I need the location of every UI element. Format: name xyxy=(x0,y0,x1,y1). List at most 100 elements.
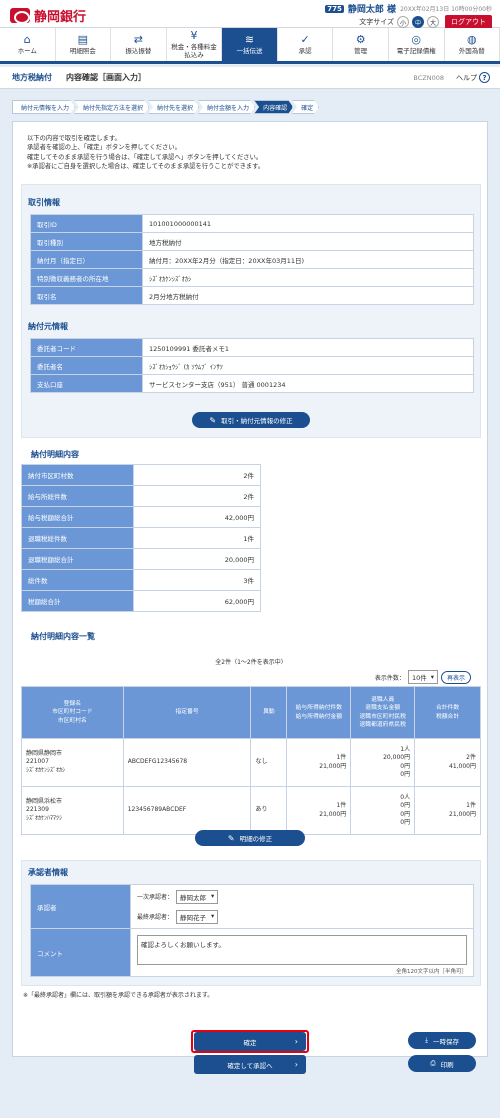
print-button[interactable]: ⎙ 印刷 xyxy=(408,1055,476,1072)
nav-label: 電子記録債権 xyxy=(396,46,436,55)
redisplay-button[interactable]: 再表示 xyxy=(440,670,471,684)
final-approver-select[interactable]: 静岡花子 ▾ xyxy=(176,909,219,924)
field-label: 給与税額総合計 xyxy=(21,506,134,528)
globe-icon: ◍ xyxy=(466,32,477,46)
final-approver-label: 最終承認者： xyxy=(137,914,174,921)
municipality-cell: 静岡県静岡市 221007 ｼｽﾞｵｶｹﾝｼｽﾞｵｶｼ xyxy=(21,738,124,787)
total-cell: 2件 41,000円 xyxy=(414,738,481,787)
field-label: 委託者コード xyxy=(30,338,143,357)
help-label: ヘルプ xyxy=(456,73,477,82)
column-header: 給与所得納付件数 給与所得納付金額 xyxy=(286,686,352,739)
bank-logo[interactable]: 静岡銀行 xyxy=(10,6,86,25)
intro-text: 以下の内容で取引を確定します。 承認者を確認の上、「確定」ボタンを押してください… xyxy=(27,134,264,172)
column-header: 合計件数 税額合計 xyxy=(414,686,481,739)
field-value: 3件 xyxy=(133,569,261,591)
payment-list-table: 登録名 市区町村コード 市区町村名 指定番号 異動 給与所得納付件数 給与所得納… xyxy=(21,686,481,835)
page-subtitle: 内容確認［画面入力］ xyxy=(66,73,146,82)
text-size-control: 文字サイズ 小 中 大 ログアウト xyxy=(359,15,492,29)
nav-label: 外国為替 xyxy=(458,46,485,55)
chevron-down-icon: ▾ xyxy=(211,911,215,920)
nav-label: 承認 xyxy=(298,46,312,55)
cycle-icon: ◎ xyxy=(411,32,422,46)
chevron-right-icon: › xyxy=(294,1060,298,1069)
nav-e-receivables[interactable]: ◎ 電子記録債権 xyxy=(389,28,445,61)
button-label: 取引・納付元情報の修正 xyxy=(221,417,293,425)
nav-tax-payment[interactable]: ¥ 税金・各種料金 払込み xyxy=(167,28,223,61)
nav-label: 明細照会 xyxy=(69,46,96,55)
change-cell: なし xyxy=(250,738,288,787)
progress-steps: 納付元情報を入力 納付先指定方法を選択 納付先を選択 納付金額を入力 内容確認 … xyxy=(12,100,488,114)
edit-details-button[interactable]: ✎ 明細の修正 xyxy=(195,830,305,846)
field-label: 納付月（指定日） xyxy=(30,250,143,269)
designation-number-cell: ABCDEFG12345678 xyxy=(122,738,252,787)
approver-fields: 一次承認者： 静岡太郎 ▾ 最終承認者： 静岡花子 ▾ xyxy=(130,884,474,929)
field-value: 2件 xyxy=(133,485,261,507)
payer-table: 委託者コード 1250109991 委託者メモ1 委託者名 ｼｽﾞｵｶｼｮｳｼﾞ (… xyxy=(30,338,474,393)
global-nav: ⌂ ホーム ▤ 明細照会 ⇄ 振込振替 ¥ 税金・各種料金 払込み ≋ 一括伝送 ✓ 承認 … xyxy=(0,28,500,64)
comment-textarea[interactable]: 確認よろしくお願いします。 xyxy=(137,935,467,965)
nav-statements[interactable]: ▤ 明細照会 xyxy=(56,28,112,61)
first-approver-select[interactable]: 静岡太郎 ▾ xyxy=(176,889,219,904)
button-label: 一時保存 xyxy=(432,1037,459,1046)
detail-title: 納付明細内容 xyxy=(31,450,79,459)
per-page-select[interactable]: 10件 ▾ xyxy=(407,670,438,684)
button-label: 明細の修正 xyxy=(239,835,273,843)
pencil-icon: ✎ xyxy=(227,833,235,843)
field-label: 納付市区町村数 xyxy=(21,464,134,486)
button-label: 印刷 xyxy=(440,1060,454,1069)
confirm-button[interactable]: 確定 › xyxy=(194,1032,306,1051)
text-size-small-button[interactable]: 小 xyxy=(397,16,409,28)
yen-icon: ¥ xyxy=(190,29,198,43)
intro-line: 承認者を確認の上、「確定」ボタンを押してください。 xyxy=(27,144,181,152)
nav-home[interactable]: ⌂ ホーム xyxy=(0,28,56,61)
approver-title: 承認者情報 xyxy=(28,868,68,877)
edit-transaction-button[interactable]: ✎ 取引・納付元情報の修正 xyxy=(192,412,310,428)
consignor-code: 1250109991 委託者メモ1 xyxy=(142,338,474,357)
check-icon: ✓ xyxy=(300,32,310,46)
field-label: 承認者 xyxy=(30,884,131,929)
header: 静岡銀行 775 静岡太郎 様 20XX年02月13日 10時00分00秒 文字… xyxy=(0,0,500,29)
field-label: コメント xyxy=(30,928,131,977)
confirm-approve-button[interactable]: 確定して承認へ › xyxy=(194,1055,306,1074)
per-page-control: 表示件数： 10件 ▾ 再表示 xyxy=(375,670,471,684)
approver-table: 承認者 一次承認者： 静岡太郎 ▾ 最終承認者： 静岡花子 ▾ コメント 確認よろしくお… xyxy=(30,884,474,977)
nav-forex[interactable]: ◍ 外国為替 xyxy=(445,28,500,61)
column-header: 指定番号 xyxy=(122,686,252,739)
transaction-and-payer-section: 取引情報 取引ID 101001000000141 取引種別 地方税納付 納付月（指… xyxy=(21,184,481,438)
page-title-bar: 地方税納付 内容確認［画面入力］ BCZN008 ヘルプ? xyxy=(0,67,500,89)
designation-number-cell: 123456789ABCDEF xyxy=(122,786,252,835)
page-title: 地方税納付 xyxy=(12,73,52,82)
nav-transfer[interactable]: ⇄ 振込振替 xyxy=(111,28,167,61)
list-count: 全2件（1～2件を表示中） xyxy=(215,659,287,666)
payment-account: サービスセンター支店（951） 普通 0001234 xyxy=(142,374,474,393)
first-approver-label: 一次承認者： xyxy=(137,894,174,901)
text-size-medium-button[interactable]: 中 xyxy=(412,16,424,28)
statement-icon: ▤ xyxy=(77,32,89,46)
nav-label: 管理 xyxy=(354,46,368,55)
step-payee-select: 納付先を選択 xyxy=(148,100,199,114)
per-page-label: 表示件数： xyxy=(374,674,405,682)
nav-bulk-transmission[interactable]: ≋ 一括伝送 xyxy=(222,28,278,61)
nav-management[interactable]: ⚙ 管理 xyxy=(333,28,389,61)
transaction-id: 101001000000141 xyxy=(142,214,474,233)
field-label: 取引名 xyxy=(30,286,143,305)
final-approver-row: 最終承認者： 静岡花子 ▾ xyxy=(137,907,467,927)
transfer-icon: ⇄ xyxy=(133,32,144,46)
text-size-large-button[interactable]: 大 xyxy=(427,16,439,28)
payment-month: 納付月：20XX年2月分（指定日：20XX年03月11日) xyxy=(142,250,474,269)
field-value: 20,000円 xyxy=(133,548,261,570)
table-header-row: 登録名 市区町村コード 市区町村名 指定番号 異動 給与所得納付件数 給与所得納… xyxy=(21,686,481,739)
field-label: 総件数 xyxy=(21,569,134,591)
temporary-save-button[interactable]: ⤓ 一時保存 xyxy=(408,1032,476,1049)
field-label: 給与所総件数 xyxy=(21,485,134,507)
list-title: 納付明細内容一覧 xyxy=(31,632,95,641)
text-size-label: 文字サイズ xyxy=(359,18,394,26)
screen-code: BCZN008 xyxy=(413,73,444,82)
transaction-table: 取引ID 101001000000141 取引種別 地方税納付 納付月（指定日） 納付… xyxy=(30,214,474,305)
nav-approval[interactable]: ✓ 承認 xyxy=(278,28,334,61)
chevron-down-icon: ▾ xyxy=(430,673,434,681)
help-link[interactable]: ヘルプ? xyxy=(456,72,490,83)
logout-button[interactable]: ログアウト xyxy=(445,15,492,29)
field-label: 取引種別 xyxy=(30,232,143,251)
approver-section: 承認者情報 承認者 一次承認者： 静岡太郎 ▾ 最終承認者： 静岡花子 ▾ コメント 確… xyxy=(21,860,481,986)
